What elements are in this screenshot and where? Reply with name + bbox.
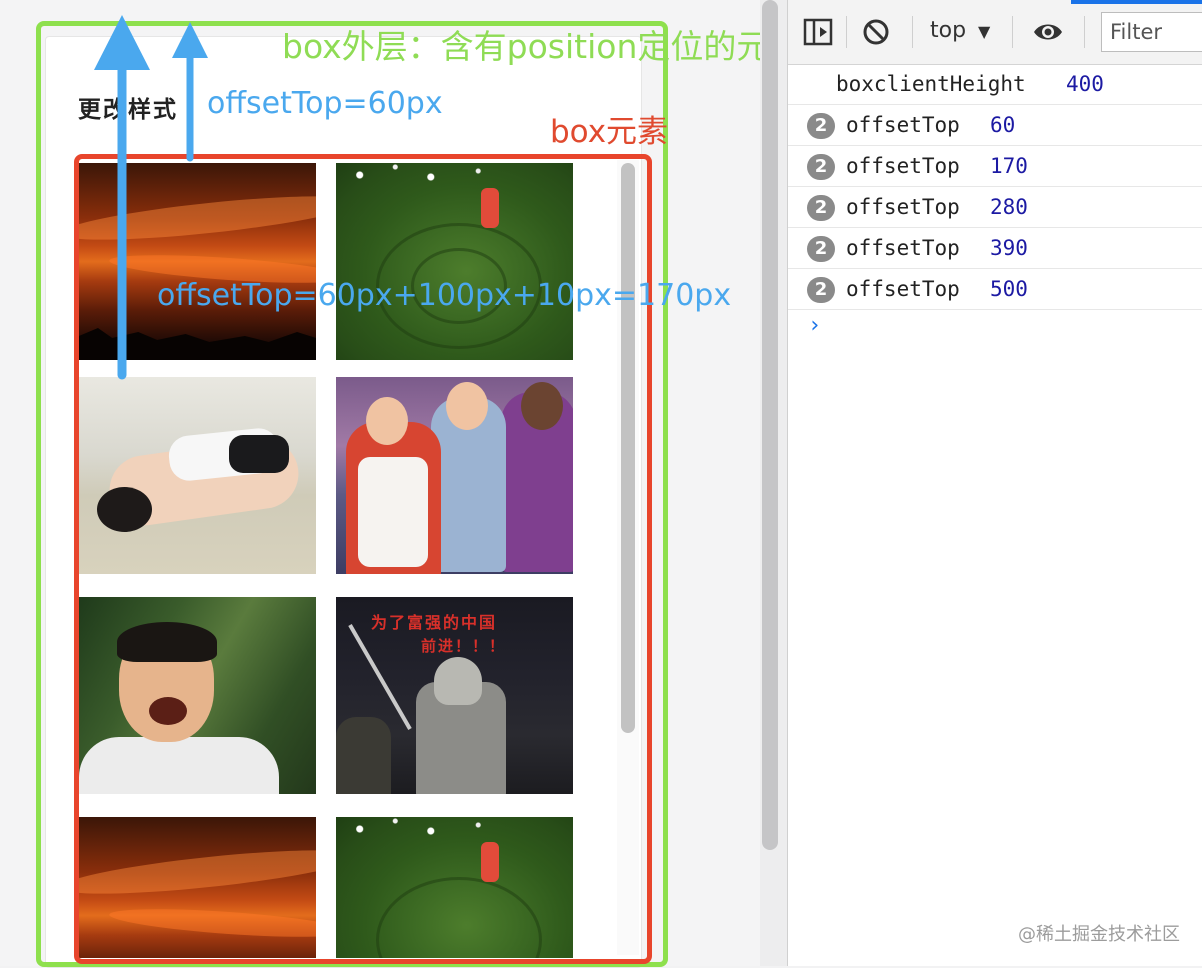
log-value: 170 xyxy=(990,154,1028,178)
repeat-count-badge: 2 xyxy=(807,154,835,180)
toolbar-separator xyxy=(1012,16,1013,48)
log-label: offsetTop xyxy=(846,277,960,301)
watermark: @稀土掘金技术社区 xyxy=(1018,924,1180,945)
console-toolbar: top ▼ xyxy=(788,0,1202,65)
devtools-console-panel: top ▼ boxclientHeight 400 2 offsetTop 60… xyxy=(787,0,1202,966)
clear-console-icon[interactable] xyxy=(860,16,892,48)
log-label: boxclientHeight xyxy=(836,72,1026,96)
toolbar-separator xyxy=(912,16,913,48)
toolbar-separator xyxy=(1084,16,1085,48)
demo-page: 更改样式 为了富强的中国 前进！！！ box外层：含有position定位的元素… xyxy=(0,0,802,968)
log-value: 60 xyxy=(990,113,1016,137)
console-log-line: 2 offsetTop 170 xyxy=(788,146,1202,187)
log-label: offsetTop xyxy=(846,113,960,137)
context-selector[interactable]: top xyxy=(930,18,966,43)
arrow-short-head xyxy=(172,22,208,58)
repeat-count-badge: 2 xyxy=(807,236,835,262)
console-log-line: 2 offsetTop 390 xyxy=(788,228,1202,269)
console-log-line: boxclientHeight 400 xyxy=(788,64,1202,105)
context-caret-icon[interactable]: ▼ xyxy=(978,22,990,41)
repeat-count-badge: 2 xyxy=(807,277,835,303)
repeat-count-badge: 2 xyxy=(807,113,835,139)
annotation-offset-60: offsetTop=60px xyxy=(207,86,443,121)
console-log-line: 2 offsetTop 280 xyxy=(788,187,1202,228)
console-log-line: 2 offsetTop 60 xyxy=(788,105,1202,146)
active-tab-indicator xyxy=(1071,0,1202,4)
live-expression-eye-icon[interactable] xyxy=(1032,16,1064,48)
log-label: offsetTop xyxy=(846,154,960,178)
repeat-count-badge: 2 xyxy=(807,195,835,221)
console-log-line: 2 offsetTop 500 xyxy=(788,269,1202,310)
console-log-list: boxclientHeight 400 2 offsetTop 60 2 off… xyxy=(788,64,1202,310)
annotation-box-label: box元素 xyxy=(550,114,669,150)
console-prompt[interactable]: › xyxy=(808,313,821,338)
page-scrollbar-thumb[interactable] xyxy=(762,0,778,850)
log-value: 280 xyxy=(990,195,1028,219)
arrow-long-head xyxy=(94,15,150,70)
sidebar-toggle-icon[interactable] xyxy=(802,16,834,48)
annotation-offset-170: offsetTop=60px+100px+10px=170px xyxy=(157,278,732,313)
log-value: 390 xyxy=(990,236,1028,260)
log-label: offsetTop xyxy=(846,236,960,260)
log-value: 400 xyxy=(1066,72,1104,96)
log-value: 500 xyxy=(990,277,1028,301)
log-label: offsetTop xyxy=(846,195,960,219)
toolbar-separator xyxy=(846,16,847,48)
console-filter-input[interactable] xyxy=(1101,12,1202,52)
annotation-outer-label: box外层：含有position定位的元素 xyxy=(282,27,803,66)
